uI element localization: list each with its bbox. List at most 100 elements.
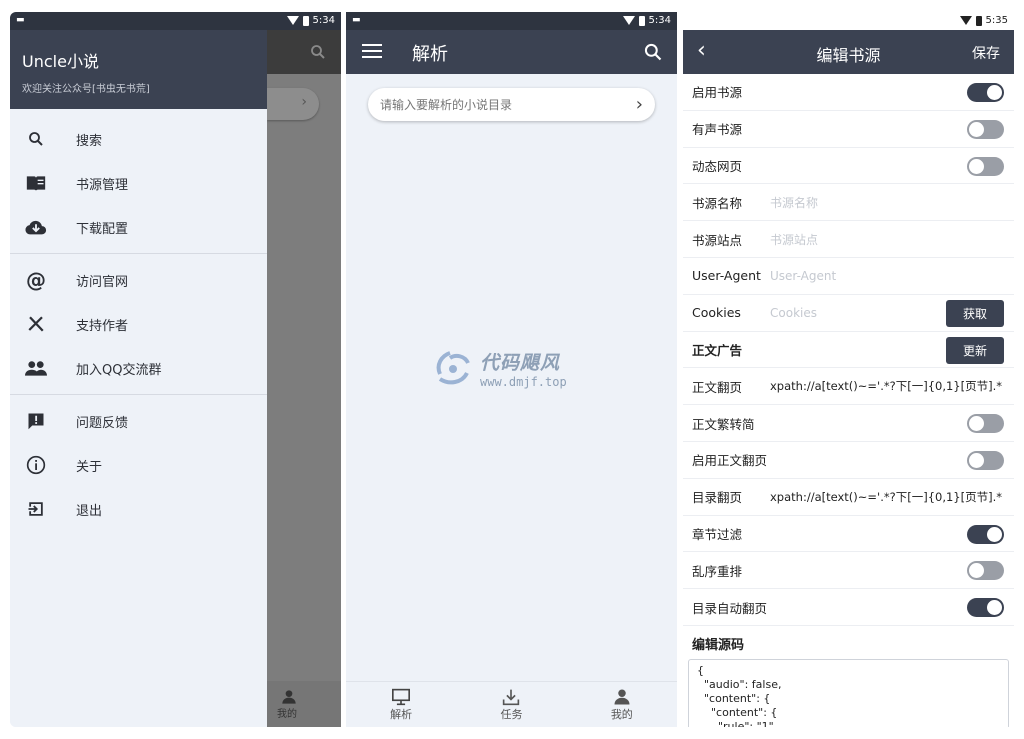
row-label: 目录翻页 [692,490,743,506]
hurricane-logo-icon [436,350,470,384]
toc-auto-page-toggle[interactable] [967,598,1004,618]
source-name-input[interactable]: 书源名称 [770,194,818,211]
status-bar: ▬ 5:34 [10,12,341,30]
shuffle-sort-toggle[interactable] [967,561,1004,581]
search-icon [24,127,48,151]
drawer-item-label: 下载配置 [76,221,129,237]
row-label: User-Agent [692,268,761,284]
bottom-nav: 解析 任务 我的 [346,681,677,727]
drawer-item-source-manage[interactable]: 书源管理 [10,161,267,205]
wifi-icon [286,16,299,25]
row-label: 正文繁转简 [692,416,755,432]
edit-source-screen: 5:35 ‹ 编辑书源 保存 启用书源 有声书源 动态网页 书源名称 书源名称 书… [683,12,1014,727]
nav-item-label: 任务 [500,707,523,721]
watermark-name: 代码飓风 [480,352,561,374]
save-button[interactable]: 保存 [972,43,1000,63]
row-label: 正文广告 [692,342,743,358]
drawer-item-label: 支持作者 [76,318,129,334]
cookies-input[interactable]: Cookies [770,306,817,320]
drawer-item-label: 书源管理 [76,177,129,193]
row-label: 启用书源 [692,85,743,101]
drawer-item-exit[interactable]: 退出 [10,487,267,531]
page-title: 解析 [412,44,448,65]
row-content-trad: 正文繁转简 [683,405,1014,442]
row-label: 正文翻页 [692,379,743,395]
dynamic-page-toggle[interactable] [967,156,1004,176]
drawer-item-join-qq[interactable]: 加入QQ交流群 [10,346,267,390]
cutlery-icon [24,312,48,336]
chevron-right-icon: › [301,94,307,110]
chapter-filter-toggle[interactable] [967,524,1004,544]
enable-source-toggle[interactable] [967,83,1004,102]
nav-item-parse[interactable]: 解析 [346,682,456,727]
enable-content-page-toggle[interactable] [967,450,1004,470]
info-icon [24,453,48,477]
drawer-item-website[interactable]: @ 访问官网 [10,258,267,302]
battery-icon [638,15,645,26]
divider [10,253,267,254]
row-label: 书源名称 [692,195,743,211]
toc-page-input[interactable]: xpath://a[text()~='.*?下[一]{0,1}[页节].* [770,489,1002,505]
drawer-item-support-author[interactable]: 支持作者 [10,302,267,346]
person-icon [614,689,630,704]
toolbar: ‹ 编辑书源 保存 [683,30,1014,74]
toolbar: 解析 [346,30,677,74]
scrim[interactable] [267,30,341,727]
drawer-header: Uncle小说 欢迎关注公众号[书虫无书荒] [10,30,267,109]
search-icon[interactable] [643,42,663,62]
row-label: 启用正文翻页 [692,453,768,469]
download-tray-icon [503,689,520,705]
row-label: 目录自动翻页 [692,600,768,616]
content-trad-toggle[interactable] [967,414,1004,434]
feedback-icon [24,409,48,433]
drawer-screen: ▬ 5:34 › 我的 Uncle小说 欢迎关注公众号[书虫无书荒] 搜索 书源… [10,12,341,727]
row-label: 书源站点 [692,232,743,248]
status-time: 5:34 [312,15,335,26]
search-input[interactable] [380,97,636,112]
cloud-download-icon [24,215,48,239]
source-form: 启用书源 有声书源 动态网页 书源名称 书源名称 书源站点 书源站点 User-Ag… [683,74,1014,727]
status-time: 5:34 [648,15,671,26]
drawer-item-about[interactable]: 关于 [10,443,267,487]
row-label: 章节过滤 [692,526,743,542]
nav-item-mine[interactable]: 我的 [567,682,677,727]
row-label: Cookies [692,305,741,321]
user-agent-input[interactable]: User-Agent [770,269,836,283]
drawer-item-download-config[interactable]: 下载配置 [10,205,267,249]
row-audio-source: 有声书源 [683,111,1014,148]
nav-item-tasks[interactable]: 任务 [456,682,566,727]
notification-icon: ▬ [16,15,25,25]
source-code-editor[interactable]: { "audio": false, "content": { "content"… [688,658,1009,727]
drawer-item-label: 问题反馈 [76,415,129,431]
battery-icon [302,15,309,26]
fetch-cookies-button[interactable]: 获取 [946,299,1004,327]
row-label: 乱序重排 [692,563,743,579]
drawer-item-feedback[interactable]: 问题反馈 [10,399,267,443]
update-ad-button[interactable]: 更新 [946,336,1004,364]
search-field[interactable]: › [368,88,655,121]
exit-icon [24,497,48,521]
content-page-input[interactable]: xpath://a[text()~='.*?下[一]{0,1}[页节].* [770,378,1002,394]
notification-icon: ▬ [352,15,361,25]
drawer-item-label: 加入QQ交流群 [76,362,162,378]
search-icon [311,45,325,59]
status-bar: ▬ 5:34 [346,12,677,30]
drawer-item-search[interactable]: 搜索 [10,117,267,161]
source-site-input[interactable]: 书源站点 [770,231,818,248]
drawer-title: Uncle小说 [22,52,99,71]
divider [10,394,267,395]
row-enable-content-page: 启用正文翻页 [683,442,1014,479]
menu-icon[interactable] [362,44,382,62]
row-source-name: 书源名称 书源名称 [683,184,1014,222]
drawer-item-label: 关于 [76,459,103,475]
row-toc-page: 目录翻页 xpath://a[text()~='.*?下[一]{0,1}[页节].… [683,479,1014,516]
page-title: 编辑书源 [816,46,881,65]
drawer-item-label: 搜索 [76,133,103,149]
group-icon [24,356,48,380]
row-label: 有声书源 [692,122,743,138]
status-bar: 5:35 [683,12,1014,30]
audio-source-toggle[interactable] [967,119,1004,139]
chevron-right-icon[interactable]: › [636,94,643,115]
status-time: 5:35 [985,15,1008,26]
row-enable-source: 启用书源 [683,74,1014,111]
